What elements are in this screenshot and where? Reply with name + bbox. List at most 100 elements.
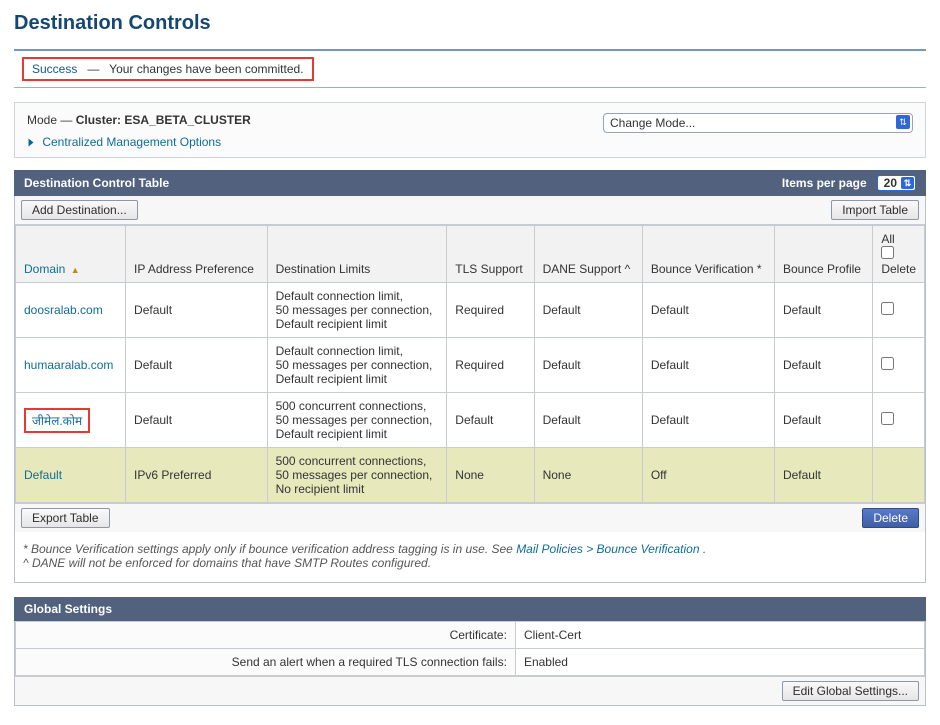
footnote1a: * Bounce Verification settings apply onl…	[23, 542, 516, 556]
global-value: Client-Cert	[515, 622, 924, 649]
col-tls: TLS Support	[447, 226, 534, 283]
cell-dest_limits: 500 concurrent connections, 50 messages …	[267, 393, 447, 448]
cell-dane: Default	[534, 338, 642, 393]
cell-ip_pref: Default	[126, 393, 268, 448]
centralized-mgmt-toggle[interactable]: Centralized Management Options	[27, 135, 913, 149]
footnote1-link[interactable]: Mail Policies > Bounce Verification	[516, 542, 699, 556]
cell-dest_limits: 500 concurrent connections, 50 messages …	[267, 448, 447, 503]
cell-bounce_ver: Default	[642, 283, 774, 338]
mode-panel: Mode — Cluster: ESA_BETA_CLUSTER Change …	[14, 102, 926, 158]
page-title: Destination Controls	[14, 12, 926, 35]
items-per-page: Items per page 20 ⇅	[782, 175, 916, 191]
dct-header-row: Domain ▲ IP Address Preference Destinati…	[16, 226, 925, 283]
change-mode-select[interactable]: Change Mode...	[603, 113, 913, 133]
col-dane: DANE Support ^	[534, 226, 642, 283]
cell-dane: None	[534, 448, 642, 503]
cell-tls: None	[447, 448, 534, 503]
cell-delete	[873, 338, 925, 393]
cell-domain: doosralab.com	[16, 283, 126, 338]
cell-ip_pref: Default	[126, 338, 268, 393]
row-delete-checkbox[interactable]	[881, 302, 894, 315]
cell-dane: Default	[534, 393, 642, 448]
global-header: Global Settings	[14, 597, 926, 621]
items-per-page-select[interactable]: 20 ⇅	[877, 175, 916, 191]
col-delete-label: Delete	[881, 262, 916, 276]
export-table-button[interactable]: Export Table	[21, 508, 110, 528]
cell-tls: Required	[447, 338, 534, 393]
global-footer: Edit Global Settings...	[15, 676, 925, 705]
items-label: Items per page	[782, 176, 867, 190]
row-delete-checkbox[interactable]	[881, 412, 894, 425]
col-domain-label: Domain	[24, 262, 65, 276]
dct-title: Destination Control Table	[24, 176, 169, 190]
global-table: Certificate:Client-CertSend an alert whe…	[15, 621, 925, 676]
global-value: Enabled	[515, 649, 924, 676]
cell-bounce_ver: Default	[642, 338, 774, 393]
cell-domain: humaaralab.com	[16, 338, 126, 393]
col-bounce-ver: Bounce Verification *	[642, 226, 774, 283]
cell-bounce_ver: Default	[642, 393, 774, 448]
expand-icon	[29, 139, 34, 147]
domain-link[interactable]: doosralab.com	[24, 303, 103, 317]
domain-link[interactable]: जीमेल.कोम	[32, 414, 82, 428]
highlighted-domain: जीमेल.कोम	[24, 408, 90, 433]
global-title: Global Settings	[24, 602, 112, 616]
global-panel: Global Settings Certificate:Client-CertS…	[14, 597, 926, 706]
table-row: जीमेल.कोमDefault500 concurrent connectio…	[16, 393, 925, 448]
table-row: doosralab.com Default Default connection l…	[16, 283, 925, 338]
cell-delete	[873, 393, 925, 448]
cell-bounce_prof: Default	[774, 338, 872, 393]
cell-dest_limits: Default connection limit, 50 messages pe…	[267, 283, 447, 338]
success-sep: —	[87, 62, 99, 76]
cell-domain: जीमेल.कोम	[16, 393, 126, 448]
mode-prefix: Mode —	[27, 113, 72, 127]
col-delete: All Delete	[873, 226, 925, 283]
footnote2: ^ DANE will not be enforced for domains …	[23, 556, 431, 570]
cell-domain: Default	[16, 448, 126, 503]
row-delete-checkbox[interactable]	[881, 357, 894, 370]
cell-delete	[873, 283, 925, 338]
dct-footnote: * Bounce Verification settings apply onl…	[15, 532, 925, 582]
cell-bounce_prof: Default	[774, 283, 872, 338]
col-bounce-prof: Bounce Profile	[774, 226, 872, 283]
global-label: Send an alert when a required TLS connec…	[16, 649, 516, 676]
col-all-label: All	[881, 232, 894, 246]
footnote1b: .	[703, 542, 706, 556]
cell-dane: Default	[534, 283, 642, 338]
cell-bounce_ver: Off	[642, 448, 774, 503]
cell-bounce_prof: Default	[774, 393, 872, 448]
col-dest-limits: Destination Limits	[267, 226, 447, 283]
dct-table: Domain ▲ IP Address Preference Destinati…	[15, 225, 925, 503]
sort-asc-icon: ▲	[71, 265, 80, 275]
centralized-mgmt-label: Centralized Management Options	[42, 135, 221, 149]
dct-footer: Export Table Delete	[15, 503, 925, 532]
domain-link[interactable]: Default	[24, 468, 62, 482]
import-table-button[interactable]: Import Table	[831, 200, 919, 220]
dct-toolbar: Add Destination... Import Table	[15, 196, 925, 225]
success-highlight: Success — Your changes have been committ…	[22, 57, 314, 81]
domain-link[interactable]: humaaralab.com	[24, 358, 113, 372]
table-row: Default IPv6 Preferred500 concurrent conn…	[16, 448, 925, 503]
delete-button[interactable]: Delete	[862, 508, 919, 528]
cell-bounce_prof: Default	[774, 448, 872, 503]
cell-tls: Default	[447, 393, 534, 448]
success-bar: Success — Your changes have been committ…	[14, 49, 926, 88]
global-body: Certificate:Client-CertSend an alert whe…	[14, 621, 926, 706]
dct-header: Destination Control Table Items per page…	[14, 170, 926, 196]
add-destination-button[interactable]: Add Destination...	[21, 200, 138, 220]
table-row: humaaralab.comDefaultDefault connection …	[16, 338, 925, 393]
col-domain[interactable]: Domain ▲	[16, 226, 126, 283]
success-label: Success	[32, 62, 77, 76]
select-all-checkbox[interactable]	[881, 246, 894, 259]
cell-delete	[873, 448, 925, 503]
global-row: Certificate:Client-Cert	[16, 622, 925, 649]
col-ip-pref: IP Address Preference	[126, 226, 268, 283]
edit-global-settings-button[interactable]: Edit Global Settings...	[782, 681, 919, 701]
cell-tls: Required	[447, 283, 534, 338]
items-value: 20	[884, 176, 897, 190]
global-label: Certificate:	[16, 622, 516, 649]
cluster-name: Cluster: ESA_BETA_CLUSTER	[76, 113, 251, 127]
dct-panel: Add Destination... Import Table Domain ▲…	[14, 196, 926, 583]
cell-ip_pref: IPv6 Preferred	[126, 448, 268, 503]
global-row: Send an alert when a required TLS connec…	[16, 649, 925, 676]
